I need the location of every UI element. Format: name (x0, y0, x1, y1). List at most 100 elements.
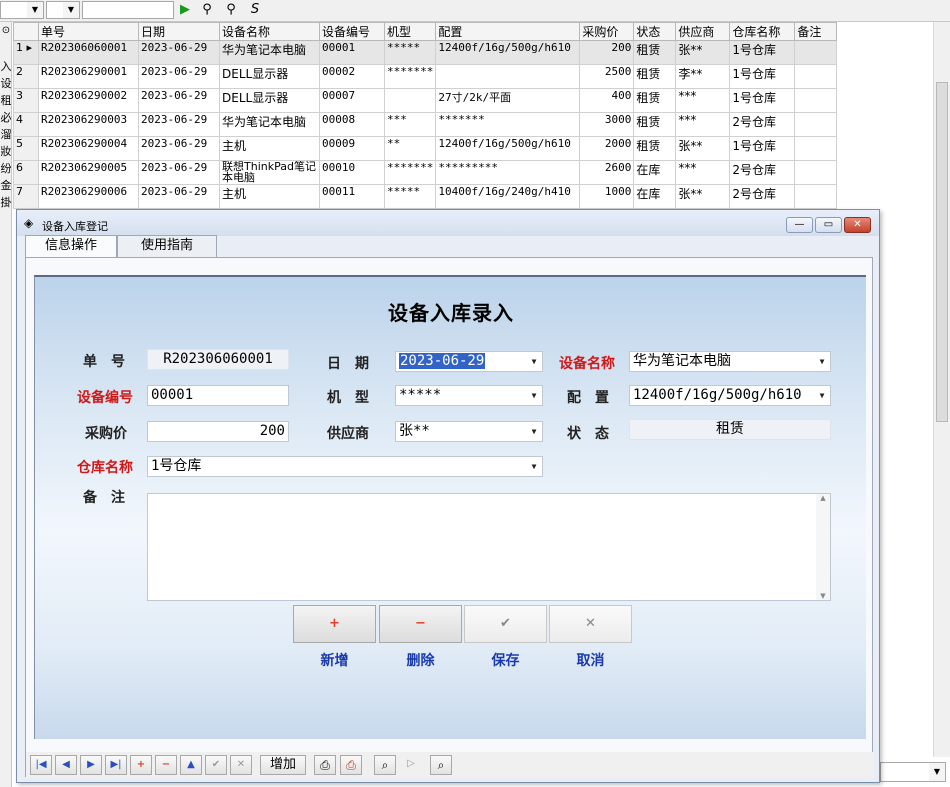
toolbar-combo-1[interactable]: ▼ (0, 1, 44, 19)
cell-status[interactable]: 租赁 (633, 40, 677, 65)
zoom-preview-icon[interactable]: ⌕ (374, 755, 396, 775)
add-label[interactable]: 新增 (293, 650, 376, 670)
next-record-button[interactable]: ▶ (80, 755, 102, 775)
toolbar-combo-2[interactable]: ▼ (46, 1, 80, 19)
maximize-button[interactable]: ▭ (815, 217, 842, 233)
price-input[interactable]: 200 (147, 421, 289, 442)
cell-name[interactable]: 华为笔记本电脑 (219, 40, 320, 65)
cell-note[interactable] (794, 40, 838, 65)
table-row[interactable]: 5 R202306290004 2023-06-29 主机 00009 ** 1… (13, 136, 838, 161)
cell-price[interactable]: 2600 (579, 160, 635, 185)
equipment-name-select[interactable]: 华为笔记本电脑 ▼ (629, 351, 831, 372)
cell-note[interactable] (794, 184, 838, 209)
cell-warehouse[interactable]: 1号仓库 (729, 88, 796, 113)
vertical-scrollbar[interactable] (933, 22, 950, 757)
cell-code[interactable]: 00002 (319, 64, 385, 89)
chevron-down-icon[interactable]: ▼ (526, 457, 542, 476)
cell-code[interactable]: 00010 (319, 160, 385, 185)
find-next-icon[interactable]: ⚲ (222, 1, 240, 19)
last-record-button[interactable]: ▶| (105, 755, 127, 775)
column-header[interactable]: 设备名称 (219, 22, 320, 41)
cell-supplier[interactable]: *** (675, 112, 731, 137)
cell-config[interactable]: 12400f/16g/500g/h610 (435, 136, 581, 161)
model-select[interactable]: ***** ▼ (395, 385, 543, 406)
delete-record-button[interactable]: − (155, 755, 177, 775)
chevron-down-icon[interactable]: ▼ (526, 352, 542, 371)
cell-note[interactable] (794, 136, 838, 161)
cell-price[interactable]: 3000 (579, 112, 635, 137)
cell-config[interactable]: ******* (435, 112, 581, 137)
cell-supplier[interactable]: 李** (675, 64, 731, 89)
search-icon[interactable]: ⌕ (430, 755, 452, 775)
cell-supplier[interactable]: 张** (675, 184, 731, 209)
cell-price[interactable]: 2000 (579, 136, 635, 161)
scroll-up-icon[interactable]: ▲ (816, 494, 830, 502)
column-header[interactable]: 配置 (435, 22, 581, 41)
table-row[interactable]: 2 R202306290001 2023-06-29 DELL显示器 00002… (13, 64, 838, 89)
cell-status[interactable]: 租赁 (633, 64, 677, 89)
column-header[interactable]: 备注 (794, 22, 838, 41)
scrollbar-thumb[interactable] (936, 82, 948, 422)
row-index[interactable]: 7 (13, 184, 39, 209)
bottom-right-combo[interactable]: ▼ (880, 762, 946, 782)
cell-config[interactable]: ********* (435, 160, 581, 185)
equipment-code-input[interactable]: 00001 (147, 385, 289, 406)
cell-date[interactable]: 2023-06-29 (138, 64, 220, 89)
table-row[interactable]: 1 ▸ R202306060001 2023-06-29 华为笔记本电脑 000… (13, 40, 838, 65)
delete-button[interactable]: − (379, 605, 462, 643)
cell-warehouse[interactable]: 1号仓库 (729, 40, 796, 65)
navbar-add-button[interactable]: 增加 (260, 755, 306, 775)
find-user-icon[interactable]: ⚲ (198, 1, 216, 19)
chevron-down-icon[interactable]: ▼ (526, 422, 542, 441)
cell-supplier[interactable]: *** (675, 88, 731, 113)
table-row[interactable]: 6 R202306290005 2023-06-29 联想ThinkPad笔记本… (13, 160, 838, 185)
table-row[interactable]: 7 R202306290006 2023-06-29 主机 00011 ****… (13, 184, 838, 209)
cell-warehouse[interactable]: 1号仓库 (729, 64, 796, 89)
cell-config[interactable]: 10400f/16g/240g/h410 (435, 184, 581, 209)
cell-code[interactable]: 00001 (319, 40, 385, 65)
cell-note[interactable] (794, 64, 838, 89)
cell-date[interactable]: 2023-06-29 (138, 40, 220, 65)
column-header[interactable]: 采购价 (579, 22, 635, 41)
cell-supplier[interactable]: *** (675, 160, 731, 185)
cell-note[interactable] (794, 160, 838, 185)
chevron-down-icon[interactable]: ▼ (526, 386, 542, 405)
cell-date[interactable]: 2023-06-29 (138, 184, 220, 209)
cell-model[interactable]: ***** (383, 184, 437, 209)
run-icon[interactable]: ▶ (176, 1, 194, 19)
cell-name[interactable]: DELL显示器 (219, 64, 320, 89)
cell-name[interactable]: 华为笔记本电脑 (219, 112, 320, 137)
cell-date[interactable]: 2023-06-29 (138, 112, 220, 137)
cell-warehouse[interactable]: 2号仓库 (729, 112, 796, 137)
delete-label[interactable]: 删除 (379, 650, 462, 670)
cancel-label[interactable]: 取消 (549, 650, 632, 670)
cell-date[interactable]: 2023-06-29 (138, 160, 220, 185)
save-label[interactable]: 保存 (464, 650, 547, 670)
row-index[interactable]: 3 (13, 88, 39, 113)
cell-model[interactable]: ***** (383, 40, 437, 65)
toolbar-combo-3[interactable] (82, 1, 174, 19)
cell-date[interactable]: 2023-06-29 (138, 88, 220, 113)
script-icon[interactable]: S (246, 1, 264, 19)
cell-name[interactable]: 联想ThinkPad笔记本电脑 (219, 160, 320, 185)
cell-price[interactable]: 2500 (579, 64, 635, 89)
printer-icon[interactable]: ⎙ (314, 755, 336, 775)
table-row[interactable]: 4 R202306290003 2023-06-29 华为笔记本电脑 00008… (13, 112, 838, 137)
chevron-down-icon[interactable]: ▼ (814, 352, 830, 371)
column-header[interactable]: 日期 (138, 22, 220, 41)
cell-name[interactable]: DELL显示器 (219, 88, 320, 113)
cell-code[interactable]: 00011 (319, 184, 385, 209)
cell-warehouse[interactable]: 2号仓库 (729, 160, 796, 185)
column-header[interactable]: 设备编号 (319, 22, 385, 41)
cell-id[interactable]: R202306060001 (38, 40, 139, 65)
cell-id[interactable]: R202306290006 (38, 184, 139, 209)
column-header[interactable]: 仓库名称 (729, 22, 796, 41)
minimize-button[interactable]: — (786, 217, 813, 233)
cell-price[interactable]: 400 (579, 88, 635, 113)
cell-status[interactable]: 在库 (633, 184, 677, 209)
cell-model[interactable]: ******* (383, 64, 437, 89)
cancel-record-button[interactable]: ✕ (230, 755, 252, 775)
cell-note[interactable] (794, 88, 838, 113)
cell-config[interactable]: 12400f/16g/500g/h610 (435, 40, 581, 65)
print-preview-icon[interactable]: ⎙ (340, 755, 362, 775)
